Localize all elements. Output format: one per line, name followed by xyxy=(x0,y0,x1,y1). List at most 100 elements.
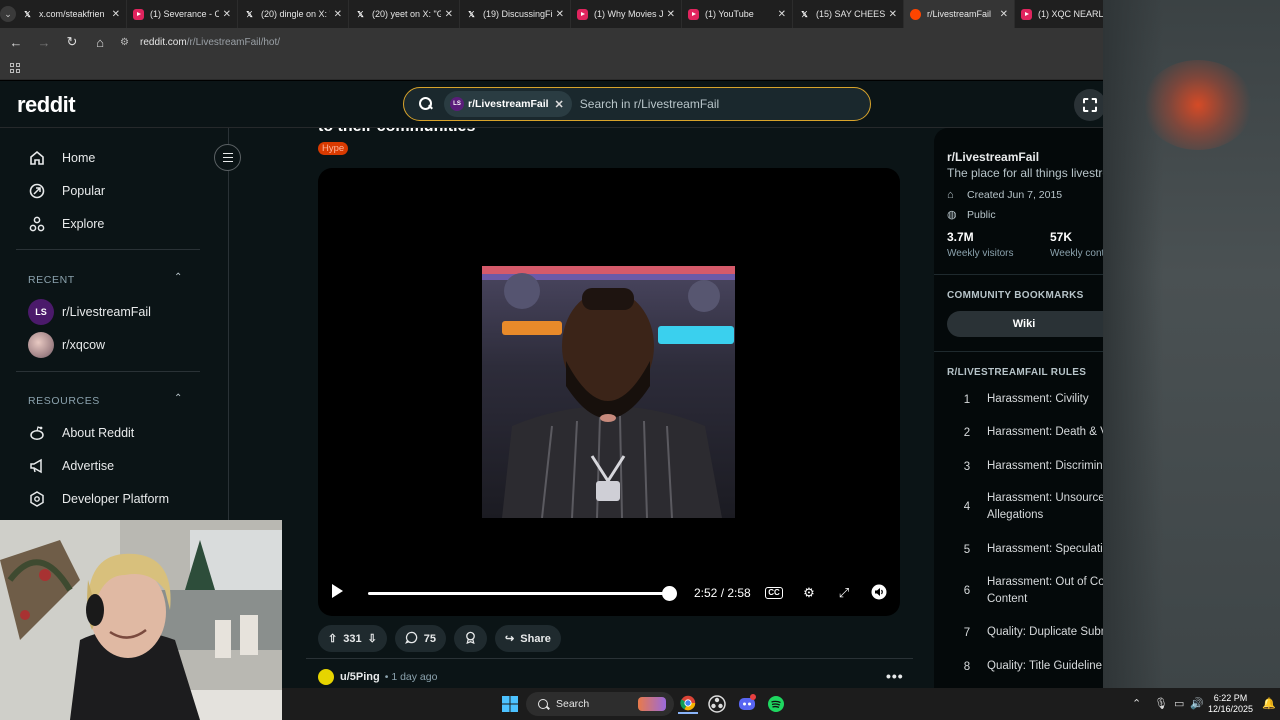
bookmarks-heading: COMMUNITY BOOKMARKS xyxy=(947,290,1084,301)
video-player[interactable]: 2:52 / 2:58 CC ⚙ ⤢ xyxy=(318,168,900,616)
chrome-taskbar-button[interactable] xyxy=(678,694,698,714)
close-tab-icon[interactable]: ✕ xyxy=(889,9,897,20)
rule-item[interactable]: 2 Harassment: Death & V xyxy=(947,424,1103,441)
taskbar-clock[interactable]: 6:22 PM 12/16/2025 xyxy=(1208,693,1253,715)
network-icon[interactable]: ▭ xyxy=(1174,697,1184,710)
resources-section-header[interactable]: RESOURCES ⌃ xyxy=(28,393,182,407)
recent-item-livestreamfail[interactable]: LS r/LivestreamFail xyxy=(28,297,151,327)
reload-button[interactable]: ↻ xyxy=(60,30,84,54)
nav-explore[interactable]: Explore xyxy=(28,209,104,239)
share-button[interactable]: ↪ Share xyxy=(495,625,561,652)
close-tab-icon[interactable]: ✕ xyxy=(556,9,564,20)
forward-button[interactable]: → xyxy=(32,30,56,54)
downvote-icon[interactable]: ⇩ xyxy=(368,632,377,645)
nav-advertise[interactable]: Advertise xyxy=(28,451,114,481)
close-tab-icon[interactable]: ✕ xyxy=(667,9,675,20)
search-bar[interactable]: LS r/LivestreamFail ✕ xyxy=(403,87,871,121)
rule-text: Harassment: Civility xyxy=(987,393,1089,405)
recent-item-label: r/LivestreamFail xyxy=(62,305,151,319)
rule-number: 8 xyxy=(963,660,971,673)
close-tab-icon[interactable]: ✕ xyxy=(1000,9,1008,20)
tab-search-button[interactable]: ⌄ xyxy=(0,0,16,28)
apps-grid-icon[interactable] xyxy=(10,62,20,73)
close-tab-icon[interactable]: ✕ xyxy=(445,9,453,20)
browser-tab[interactable]: (1) Severance - O ✕ xyxy=(127,0,238,28)
microphone-icon[interactable]: 🎙 xyxy=(1154,697,1168,710)
browser-tab[interactable]: (1) YouTube ✕ xyxy=(682,0,793,28)
gear-icon: ⚙ xyxy=(803,585,815,600)
upvote-icon[interactable]: ⇧ xyxy=(328,632,337,645)
windows-icon xyxy=(502,696,518,712)
browser-tab[interactable]: 𝕏x.com/steakfrien ✕ xyxy=(16,0,127,28)
rule-item[interactable]: 8 Quality: Title Guideline xyxy=(947,658,1103,675)
post-actions: ⇧ 331 ⇩ 75 ↪ Share xyxy=(318,625,561,652)
url-bar[interactable]: ⚙ reddit.com/r/LivestreamFail/hot/ xyxy=(120,31,280,53)
close-tab-icon[interactable]: ✕ xyxy=(778,9,786,20)
post-title[interactable]: to their communities xyxy=(318,128,475,136)
community-created: ⌂ Created Jun 7, 2015 xyxy=(947,189,1062,201)
site-info-icon[interactable]: ⚙ xyxy=(120,37,134,48)
rule-number: 3 xyxy=(963,460,971,473)
home-button[interactable]: ⌂ xyxy=(88,30,112,54)
rule-text: Harassment: Death & V xyxy=(987,426,1103,438)
wiki-button[interactable]: Wiki xyxy=(947,311,1103,337)
browser-tab[interactable]: 𝕏 (15) SAY CHEESE! ✕ xyxy=(793,0,904,28)
rule-item[interactable]: 3 Harassment: Discrimina xyxy=(947,458,1103,475)
chevron-up-icon[interactable]: ⌃ xyxy=(174,393,183,404)
browser-tab[interactable]: 𝕏 (19) DiscussingFil ✕ xyxy=(460,0,571,28)
nav-home-label: Home xyxy=(62,151,96,165)
start-button[interactable] xyxy=(500,694,520,714)
browser-tab[interactable]: r/LivestreamFail ✕ xyxy=(904,0,1015,28)
close-tab-icon[interactable]: ✕ xyxy=(223,9,231,20)
back-button[interactable]: ← xyxy=(4,30,28,54)
seek-handle[interactable] xyxy=(662,586,677,601)
seek-bar[interactable] xyxy=(368,592,670,595)
spotify-taskbar-button[interactable] xyxy=(766,694,786,714)
rule-item[interactable]: 6 Harassment: Out of Co Content xyxy=(947,574,1103,608)
more-options-button[interactable]: ••• xyxy=(886,668,904,684)
settings-button[interactable]: ⚙ xyxy=(799,583,819,603)
discord-taskbar-button[interactable] xyxy=(737,694,757,714)
volume-icon[interactable]: 🔊 xyxy=(1190,697,1204,710)
qr-scan-button[interactable] xyxy=(1074,89,1106,121)
rule-item[interactable]: 7 Quality: Duplicate Subm xyxy=(947,624,1103,641)
tray-overflow-icon[interactable]: ⌃ xyxy=(1132,697,1141,710)
rule-text-line2: Content xyxy=(987,593,1028,605)
search-highlight-icon xyxy=(638,697,666,711)
volume-button[interactable] xyxy=(869,583,889,603)
recent-item-xqcow[interactable]: r/xqcow xyxy=(28,330,105,360)
recent-section-header[interactable]: RECENT ⌃ xyxy=(28,272,182,286)
app-taskbar-button[interactable] xyxy=(707,694,727,714)
taskbar-search[interactable]: Search xyxy=(526,692,674,716)
play-icon[interactable] xyxy=(332,584,343,598)
browser-tab[interactable]: (1) Why Movies Ju ✕ xyxy=(571,0,682,28)
search-community-chip[interactable]: LS r/LivestreamFail ✕ xyxy=(444,91,572,117)
rule-item[interactable]: 5 Harassment: Speculatio xyxy=(947,541,1103,558)
rule-item[interactable]: 4 Harassment: Unsourced Allegations xyxy=(947,490,1103,524)
award-button[interactable] xyxy=(454,625,488,652)
nav-popular[interactable]: Popular xyxy=(28,176,105,206)
nav-developer-platform[interactable]: Developer Platform xyxy=(28,484,169,514)
rule-text: Quality: Duplicate Subm xyxy=(987,626,1103,638)
close-icon[interactable]: ✕ xyxy=(555,98,564,111)
browser-tab[interactable]: 𝕏 (20) yeet on X: "G ✕ xyxy=(349,0,460,28)
nav-about-reddit[interactable]: About Reddit xyxy=(28,418,134,448)
chevron-up-icon[interactable]: ⌃ xyxy=(174,272,183,283)
collapse-sidebar-button[interactable] xyxy=(214,144,241,171)
close-tab-icon[interactable]: ✕ xyxy=(112,9,120,20)
reddit-logo[interactable]: reddit xyxy=(17,92,76,118)
comments-button[interactable]: 75 xyxy=(394,625,447,652)
rule-item[interactable]: 1 Harassment: Civility xyxy=(947,391,1103,408)
user-avatar[interactable] xyxy=(318,669,334,685)
search-input[interactable] xyxy=(579,97,870,111)
nav-home[interactable]: Home xyxy=(28,143,95,173)
community-name[interactable]: r/LivestreamFail xyxy=(947,150,1039,164)
post-author[interactable]: u/5Ping xyxy=(340,671,380,683)
sidebar-divider xyxy=(934,351,1103,352)
post-flair[interactable]: Hype xyxy=(318,142,349,155)
notification-bell-icon[interactable]: 🔔 xyxy=(1262,697,1276,710)
browser-tab[interactable]: 𝕏 (20) dingle on X: " ✕ xyxy=(238,0,349,28)
fullscreen-button[interactable]: ⤢ xyxy=(834,583,854,603)
captions-button[interactable]: CC xyxy=(764,583,784,603)
close-tab-icon[interactable]: ✕ xyxy=(334,9,342,20)
